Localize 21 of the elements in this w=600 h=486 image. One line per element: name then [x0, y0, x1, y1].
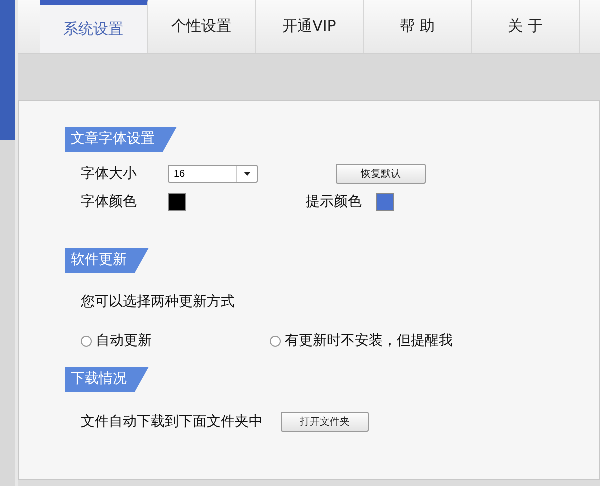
font-size-dropdown[interactable]: 16 [168, 165, 258, 183]
section-header: 下载情况 [65, 367, 149, 392]
color-swatch[interactable] [168, 193, 186, 211]
description-text: 文件自动下载到下面文件夹中 [81, 413, 263, 431]
section-header: 文章字体设置 [65, 127, 177, 152]
field-label: 提示颜色 [306, 193, 362, 211]
tab[interactable]: 系统设置 [40, 0, 148, 53]
reset-button[interactable]: 恢复默认 [336, 164, 426, 184]
color-swatch[interactable] [376, 193, 394, 211]
tab[interactable]: 帮 助 [364, 0, 472, 53]
description-text: 您可以选择两种更新方式 [80, 293, 236, 311]
open-folder-button[interactable]: 打开文件夹 [281, 412, 369, 432]
radio-option[interactable]: 有更新时不安装，但提醒我 [270, 332, 453, 350]
caret-icon [244, 172, 250, 176]
radio-option[interactable]: 自动更新 [81, 332, 152, 350]
field-label: 字体颜色 [81, 193, 137, 211]
tab[interactable]: 开通VIP [256, 0, 364, 53]
tab[interactable]: 关 于 [472, 0, 580, 53]
tab[interactable]: 个性设置 [148, 0, 256, 53]
section-header: 软件更新 [65, 248, 149, 273]
field-label: 字体大小 [81, 165, 137, 183]
